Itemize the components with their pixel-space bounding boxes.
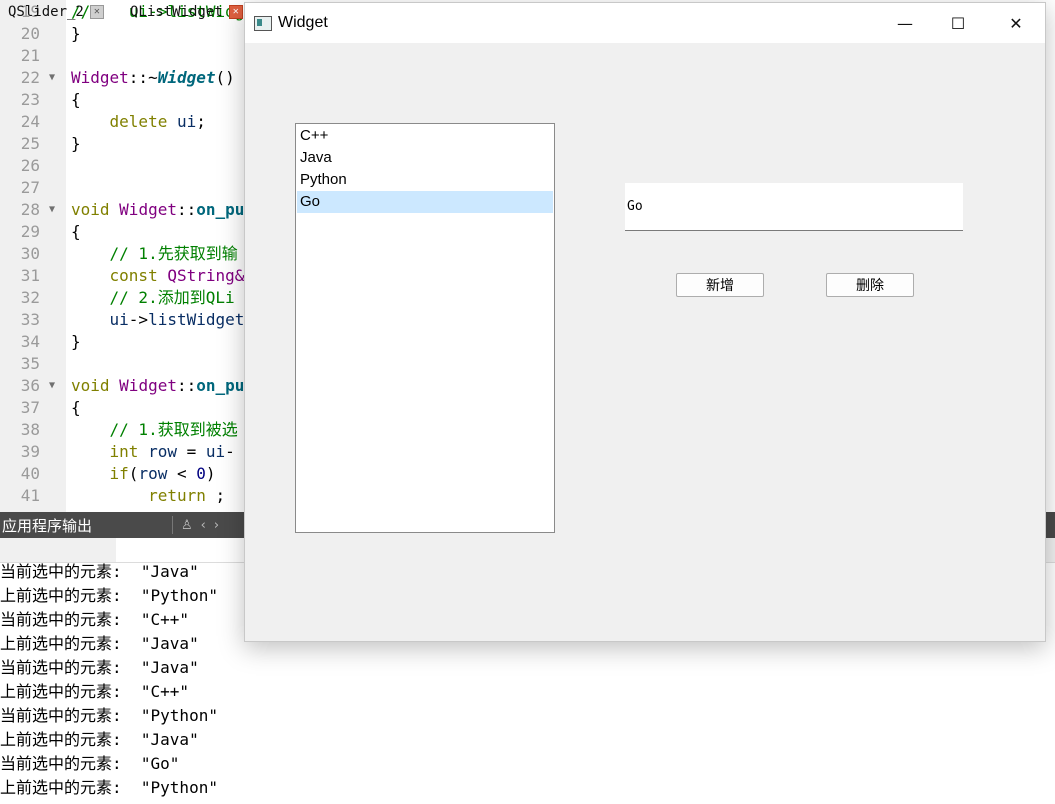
code-text: Widget::~Widget() bbox=[71, 68, 235, 87]
list-item[interactable]: C++ bbox=[297, 125, 553, 147]
log-line: 上前选中的元素: "C++" bbox=[0, 682, 190, 701]
code-text: ui->listWidget bbox=[109, 310, 245, 329]
code-text: { bbox=[71, 90, 81, 109]
widget-window: Widget — ☐ ✕ C++ Java Python Go Go 新增 删除 bbox=[244, 2, 1046, 642]
line-number: 22 bbox=[20, 68, 40, 87]
list-item[interactable]: Java bbox=[297, 147, 553, 169]
output-toolbar: ♙ ‹ › bbox=[172, 514, 219, 536]
next-arrow-icon[interactable]: › bbox=[214, 518, 219, 533]
line-number: 31 bbox=[20, 266, 40, 285]
line-number: 38 bbox=[20, 420, 40, 439]
line-number: 20 bbox=[20, 24, 40, 43]
log-line: 当前选中的元素: "Go" bbox=[0, 754, 180, 773]
close-icon[interactable]: ✕ bbox=[89, 5, 104, 19]
code-text: } bbox=[71, 332, 81, 351]
list-item[interactable]: Python bbox=[297, 169, 553, 191]
prev-arrow-icon[interactable]: ‹ bbox=[201, 518, 206, 533]
log-line: 上前选中的元素: "Java" bbox=[0, 730, 199, 749]
line-number: 21 bbox=[20, 46, 40, 65]
log-line: 当前选中的元素: "Java" bbox=[0, 658, 199, 677]
active-tab-background bbox=[116, 538, 244, 562]
log-line: 上前选中的元素: "Python" bbox=[0, 778, 218, 797]
code-text: { bbox=[71, 222, 81, 241]
toolbar-separator bbox=[172, 516, 173, 534]
line-number: 23 bbox=[20, 90, 40, 109]
filter-icon[interactable]: ♙ bbox=[181, 518, 193, 533]
log-line: 当前选中的元素: "C++" bbox=[0, 610, 190, 629]
line-number: 33 bbox=[20, 310, 40, 329]
line-number: 40 bbox=[20, 464, 40, 483]
line-number: 28 bbox=[20, 200, 40, 219]
line-number: 32 bbox=[20, 288, 40, 307]
code-text: void Widget::on_pu bbox=[71, 376, 245, 395]
line-number: 27 bbox=[20, 178, 40, 197]
log-line: 上前选中的元素: "Java" bbox=[0, 634, 199, 653]
line-number: 36 bbox=[20, 376, 40, 395]
code-text: } bbox=[71, 134, 81, 153]
log-line: 当前选中的元素: "Java" bbox=[0, 562, 199, 581]
line-number: 25 bbox=[20, 134, 40, 153]
line-number: 35 bbox=[20, 354, 40, 373]
delete-button[interactable]: 删除 bbox=[826, 273, 914, 297]
line-number: 30 bbox=[20, 244, 40, 263]
line-number: 41 bbox=[20, 486, 40, 505]
code-text: return ; bbox=[148, 486, 226, 505]
line-number: 26 bbox=[20, 156, 40, 175]
list-item-selected[interactable]: Go bbox=[297, 191, 553, 213]
tab-label: QSlider_2 bbox=[8, 4, 84, 20]
code-text: const QString& bbox=[109, 266, 245, 285]
fold-arrow-icon[interactable]: ▼ bbox=[49, 67, 55, 89]
code-text: } bbox=[71, 24, 81, 43]
line-number: 37 bbox=[20, 398, 40, 417]
code-text: { bbox=[71, 398, 81, 417]
code-text: // 1.先获取到输 bbox=[109, 244, 238, 263]
close-icon[interactable]: ✕ bbox=[228, 5, 243, 19]
list-widget[interactable]: C++ Java Python Go bbox=[295, 123, 555, 533]
code-text: void Widget::on_pu bbox=[71, 200, 245, 219]
line-number: 29 bbox=[20, 222, 40, 241]
log-line: 当前选中的元素: "Python" bbox=[0, 706, 218, 725]
app-icon bbox=[254, 16, 272, 31]
fold-arrow-icon[interactable]: ▼ bbox=[49, 375, 55, 397]
close-button[interactable]: ✕ bbox=[993, 3, 1039, 43]
maximize-button[interactable]: ☐ bbox=[935, 3, 981, 43]
tab-qslider-2[interactable]: QSlider_2 ✕ bbox=[8, 0, 104, 24]
tab-label: QListWidget bbox=[130, 4, 223, 20]
tab-qlistwidget[interactable]: QListWidget ✕ bbox=[130, 0, 243, 24]
log-line: 上前选中的元素: "Python" bbox=[0, 586, 218, 605]
code-text: delete ui; bbox=[109, 112, 206, 131]
code-text: // 2.添加到QLi bbox=[109, 288, 235, 307]
text-input[interactable]: Go bbox=[625, 183, 963, 231]
code-text: int row = ui- bbox=[109, 442, 235, 461]
code-text: // 1.获取到被选 bbox=[109, 420, 238, 439]
fold-arrow-icon[interactable]: ▼ bbox=[49, 199, 55, 221]
line-number: 39 bbox=[20, 442, 40, 461]
add-button[interactable]: 新增 bbox=[676, 273, 764, 297]
window-title: Widget bbox=[278, 14, 328, 31]
output-pane-title: 应用程序输出 bbox=[2, 517, 93, 535]
window-titlebar[interactable]: Widget — ☐ ✕ bbox=[245, 3, 1045, 43]
line-number: 34 bbox=[20, 332, 40, 351]
code-text: if(row < 0) bbox=[109, 464, 216, 483]
minimize-button[interactable]: — bbox=[882, 3, 928, 43]
line-number: 24 bbox=[20, 112, 40, 131]
